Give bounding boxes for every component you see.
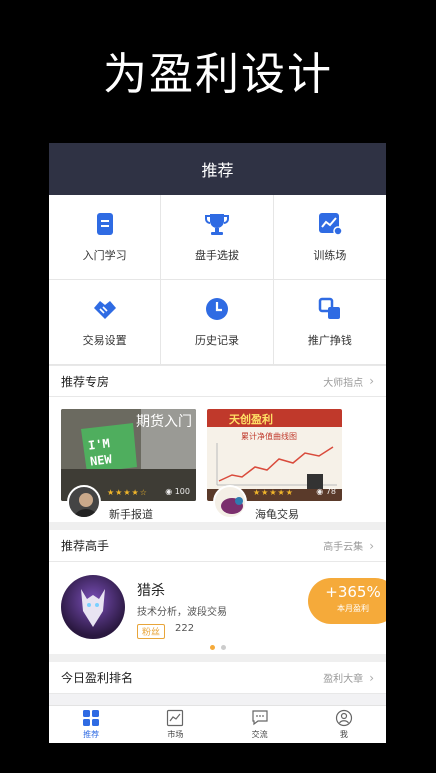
ranking-more-link[interactable]: 盈利大章 › (323, 670, 374, 686)
grid-item-label: 交易设置 (82, 334, 127, 347)
carousel-dot-active[interactable] (209, 645, 215, 650)
grid-item-label: 盘手选拔 (194, 249, 239, 262)
fans-count: 222 (175, 623, 195, 634)
room-thumb-title: 期货入门 (136, 414, 192, 430)
room-thumb-title: 天创盈利 (229, 413, 273, 426)
grid-item-label: 训练场 (313, 249, 347, 262)
tab-market[interactable]: 市场 (133, 706, 217, 743)
tab-label: 市场 (167, 730, 184, 739)
section-title: 推荐高手 (61, 539, 110, 553)
profit-value: +365% (325, 583, 381, 601)
hero-title: 为盈利设计 (103, 49, 333, 100)
profit-label: 本月盈利 (337, 604, 369, 613)
grid-item-learn[interactable]: 入门学习 (49, 195, 162, 280)
grid-item-trade-settings[interactable]: 交易设置 (49, 280, 162, 365)
section-divider (49, 522, 386, 530)
grid-item-label: 推广挣钱 (307, 334, 352, 347)
feature-grid: 入门学习 盘手选拔 训练场 交易设置 历史记录 推广挣钱 (49, 195, 386, 365)
app-screen: 推荐 入门学习 盘手选拔 训练场 交易设置 历史记录 推广挣钱 推荐专房 大师指 (49, 143, 386, 743)
user-icon (335, 709, 352, 727)
tab-label: 我 (339, 730, 348, 739)
page-title: 推荐 (201, 161, 234, 180)
room-card[interactable]: 期货入门 I'M NEW ★★★★☆ ◉ 100 新手报道 (61, 409, 196, 521)
rooms-more-link[interactable]: 大师指点 › (323, 374, 374, 389)
carousel-dots (49, 645, 386, 650)
room-name: 海龟交易 (255, 508, 299, 521)
more-label: 盈利大章 (323, 674, 364, 685)
tab-me[interactable]: 我 (302, 706, 386, 743)
handshake-icon (93, 301, 116, 319)
ranking-section-header: 今日盈利排名 盈利大章 › (49, 662, 386, 694)
expert-name: 猎杀 (137, 583, 165, 599)
section-title: 今日盈利排名 (61, 671, 134, 685)
trophy-icon (204, 214, 229, 235)
clock-icon (205, 298, 228, 320)
chevron-right-icon: › (369, 374, 374, 388)
section-divider (49, 654, 386, 662)
views-value: 100 (174, 487, 190, 496)
tab-label: 交流 (251, 730, 268, 739)
grid-item-history[interactable]: 历史记录 (161, 280, 274, 365)
views-count: ◉ 100 (165, 487, 190, 496)
avatar (67, 485, 101, 519)
trend-icon (167, 709, 184, 727)
grid-item-select[interactable]: 盘手选拔 (161, 195, 274, 280)
chevron-right-icon: › (369, 538, 374, 553)
rooms-section-header: 推荐专房 大师指点 › (49, 365, 386, 397)
expert-description: 技术分析，波段交易 (137, 607, 227, 618)
grid-icon (83, 710, 100, 726)
room-card[interactable]: 天创盈利 累计净值曲线图 ★★★★★ ◉ 78 海龟交易 (207, 409, 342, 521)
views-value: 78 (325, 487, 336, 496)
tab-label: 推荐 (83, 730, 100, 739)
training-chart-icon (318, 213, 343, 236)
copy-icon (318, 297, 340, 319)
grid-item-label: 历史记录 (194, 334, 239, 347)
room-note-text: I'M NEW (87, 436, 113, 469)
experts-section-header: 推荐高手 高手云集 › (49, 530, 386, 562)
tab-bar: 推荐 市场 交流 我 (49, 705, 386, 743)
tab-chat[interactable]: 交流 (218, 706, 302, 743)
chevron-right-icon: › (369, 670, 374, 685)
rooms-carousel: 期货入门 I'M NEW ★★★★☆ ◉ 100 新手报道 天创盈利 累计净值曲… (49, 397, 386, 522)
expert-card[interactable]: 猎杀 技术分析，波段交易 粉丝 222 +365% 本月盈利 (49, 562, 386, 654)
tab-recommend[interactable]: 推荐 (49, 706, 133, 743)
chat-icon (252, 710, 268, 726)
room-name: 新手报道 (109, 508, 153, 521)
section-title: 推荐专房 (61, 374, 110, 389)
grid-item-training[interactable]: 训练场 (273, 195, 386, 280)
fans-tag: 粉丝 (137, 624, 166, 639)
document-icon (96, 213, 113, 235)
profit-badge: +365% 本月盈利 (308, 578, 386, 624)
avatar (213, 485, 247, 519)
more-label: 大师指点 (323, 377, 364, 389)
rating-stars: ★★★★★ (253, 488, 294, 497)
avatar (61, 575, 125, 639)
nav-bar: 推荐 (49, 143, 386, 195)
room-thumb-subtitle: 累计净值曲线图 (241, 432, 297, 441)
more-label: 高手云集 (323, 542, 364, 553)
experts-more-link[interactable]: 高手云集 › (323, 538, 374, 554)
grid-item-label: 入门学习 (82, 249, 127, 262)
grid-item-promote[interactable]: 推广挣钱 (273, 280, 386, 365)
carousel-dot[interactable] (220, 645, 226, 650)
views-count: ◉ 78 (316, 487, 336, 496)
rating-stars: ★★★★☆ (107, 488, 148, 497)
